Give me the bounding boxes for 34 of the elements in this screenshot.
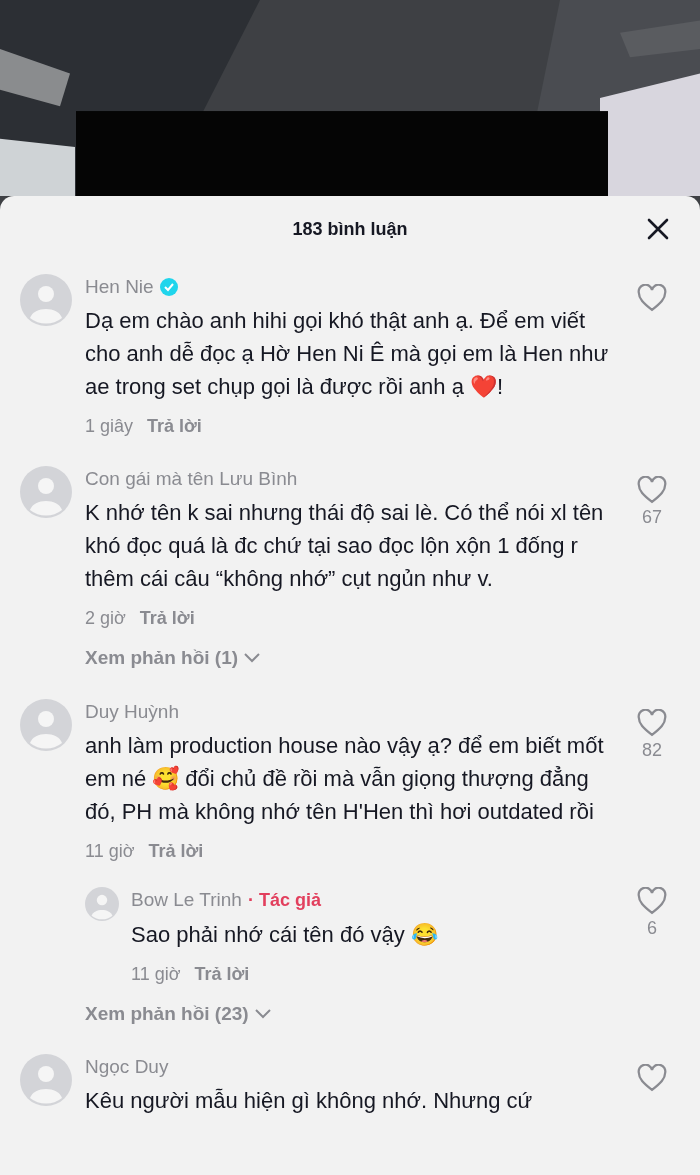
view-replies-button[interactable]: Xem phản hồi (1) <box>85 644 261 673</box>
comment-text: Kêu người mẫu hiện gì không nhớ. Nhưng cứ <box>85 1087 534 1115</box>
comment-text: Dạ em chào anh hihi gọi khó thật anh ạ. Để em viết cho anh dễ đọc ạ Hờ Hen Ni Ê mà gọi em là Hen như ae trong set chụp gọi là được rồi anh ạ ❤! <box>85 307 610 401</box>
chevron-down-icon <box>244 653 261 664</box>
view-replies-button[interactable]: Xem phản hồi (23) <box>85 999 271 1028</box>
comment-time: 11 giờ <box>85 839 135 863</box>
comment-author[interactable]: Ngọc Duy <box>85 1054 169 1080</box>
comment-text: K nhớ tên k sai nhưng thái độ sai lè. Có thể nói xl tên khó đọc quá là đc chứ tại sao đọc lộn xộn 1 đống r thêm cái câu “không nhớ” cụt ngủn như v. <box>85 499 605 593</box>
heart-icon[interactable] <box>637 886 667 915</box>
comment-author[interactable]: Bow Le Trinh <box>131 887 242 913</box>
like-count: 6 <box>647 916 657 940</box>
reply-button[interactable]: Trả lời <box>148 837 204 865</box>
heart-icon[interactable] <box>637 708 667 737</box>
close-button[interactable] <box>646 217 670 241</box>
reply-button[interactable]: Trả lời <box>139 605 195 632</box>
like-count: 67 <box>642 506 662 529</box>
comment-text: Sao phải nhớ cái tên đó vậy 😂 <box>131 920 439 949</box>
author-label: · Tác giả <box>247 888 321 912</box>
heart-icon[interactable] <box>637 1064 667 1092</box>
comment-author[interactable]: Con gái mà tên Lưu Bình <box>85 466 298 492</box>
heart-icon[interactable] <box>637 284 667 312</box>
comment-time: 11 giờ <box>131 962 181 986</box>
like-count: 82 <box>642 738 662 762</box>
reply-button[interactable]: Trả lời <box>147 413 202 440</box>
sheet-title: 183 bình luận <box>292 217 408 241</box>
heart-icon[interactable] <box>637 476 667 504</box>
comment-time: 2 giờ <box>85 607 126 630</box>
close-icon <box>646 217 670 241</box>
comment-author[interactable]: Duy Huỳnh <box>85 698 179 725</box>
chevron-down-icon <box>254 1008 271 1019</box>
comment-author[interactable]: Hen Nie <box>85 274 154 300</box>
reply-button[interactable]: Trả lời <box>194 960 250 988</box>
comment-text: anh làm production house nào vậy ạ? để em biết mốt em né 🥰 đổi chủ đề rồi mà vẫn giọng thượng đẳng đó, PH mà không nhớ tên H'Hen thì hơi outdated rồi <box>85 731 605 826</box>
comment-time: 1 giây <box>85 415 134 438</box>
